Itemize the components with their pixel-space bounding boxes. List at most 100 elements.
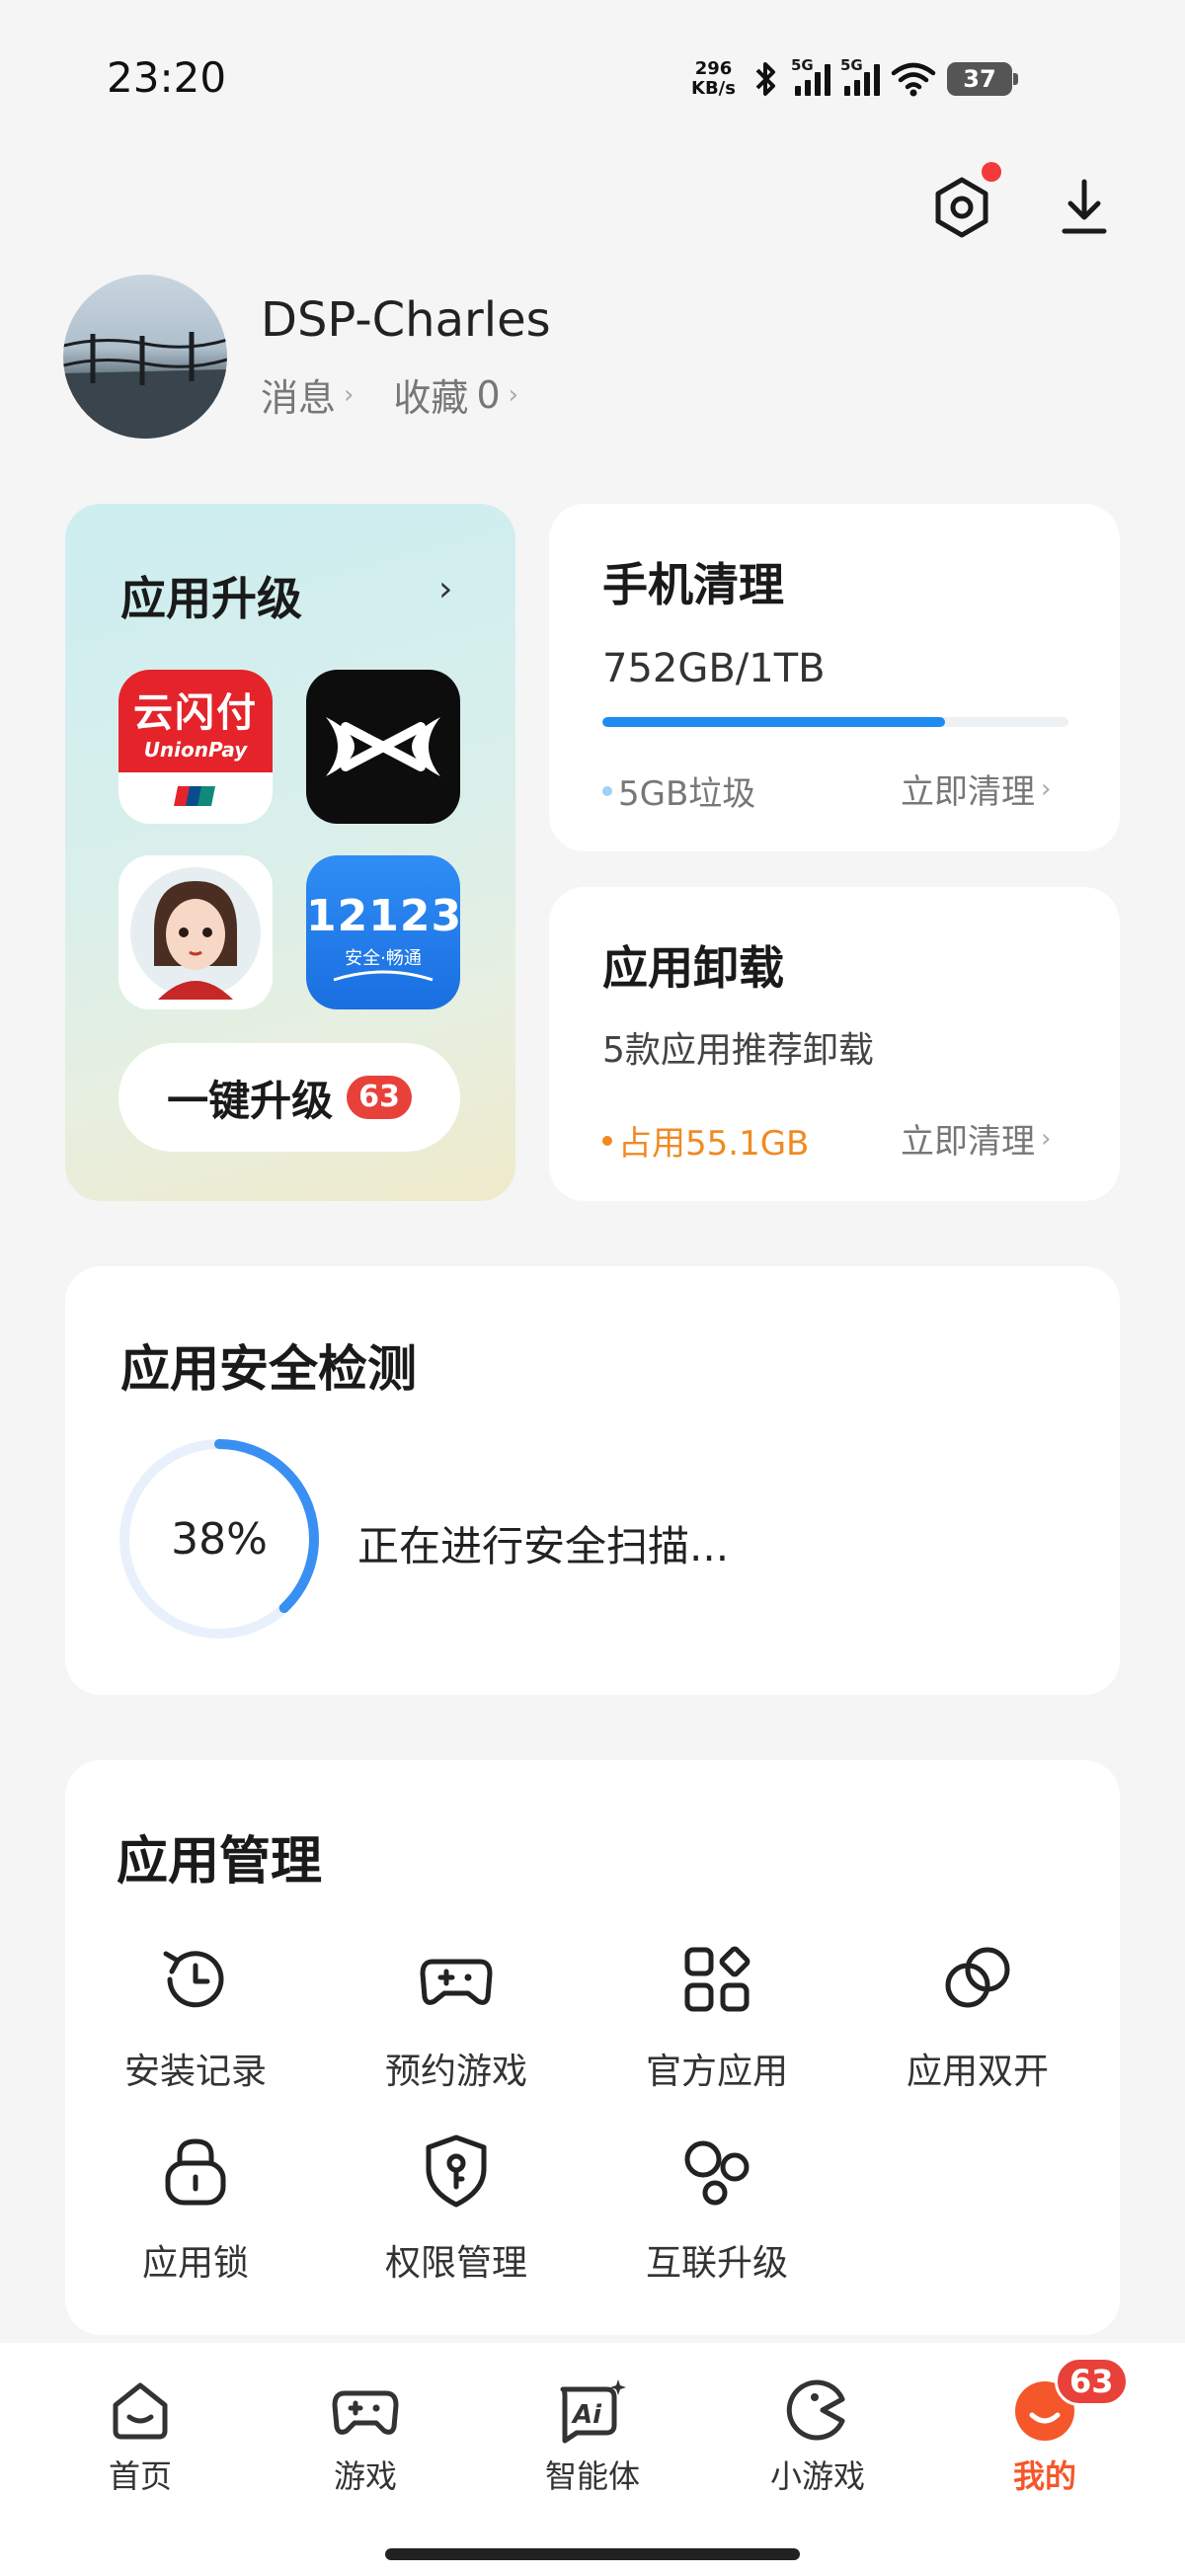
battery-level: 37 [963,65,996,93]
phone-clean-card[interactable]: 手机清理 752GB/1TB 5GB垃圾 立即清理 › [549,504,1120,851]
bluetooth-icon [755,62,775,96]
net-speed-value: 296 [694,58,733,79]
favorites-link[interactable]: 收藏 0 › [393,367,518,422]
scan-status: 正在进行安全扫描... [357,1522,730,1570]
connected-upgrade-item[interactable]: 互联升级 [608,2130,826,2286]
tab-ai-agent-label: 智能体 [544,2457,640,2495]
one-key-upgrade-button[interactable]: 一键升级 63 [118,1043,460,1152]
clean-now-label: 立即清理 [901,772,1035,812]
home-indicator[interactable] [385,2548,800,2560]
junk-dot [602,785,612,796]
uninstall-subtitle: 5款应用推荐卸载 [602,1030,874,1071]
unionpay-name: 云闪付 [133,690,258,736]
app-uninstall-title: 应用卸载 [602,941,784,995]
tab-games-label: 游戏 [333,2457,397,2495]
username[interactable]: DSP-Charles [261,292,551,348]
app-icon-avatar[interactable] [118,855,273,1009]
app-management-title: 应用管理 [117,1832,323,1892]
junk-info: 5GB垃圾 [602,766,755,815]
tab-mini-games[interactable]: 小游戏 [719,2373,916,2497]
tab-me-label: 我的 [1012,2457,1076,2495]
uninstall-now-link[interactable]: 立即清理 › [901,1114,1051,1163]
status-icons: 296 KB/s 5G 5G 37 [691,51,1018,107]
tab-games[interactable]: 游戏 [267,2373,464,2497]
connected-upgrade-icon [684,2140,750,2206]
reserve-game-label: 预约游戏 [384,2052,527,2092]
messages-label: 消息 [261,376,337,420]
official-apps-icon [684,1946,750,2012]
download-icon [1062,179,1107,234]
install-history-label: 安装记录 [123,2052,267,2092]
permission-manage-item[interactable]: 权限管理 [348,2130,565,2286]
sim2-label: 5G [839,56,863,74]
net-speed: 296 KB/s [691,59,736,99]
sim1-label: 5G [790,56,814,74]
app-icon-12123[interactable]: 12123 安全·畅通 [306,855,460,1009]
avatar[interactable] [63,275,227,439]
permission-manage-label: 权限管理 [384,2243,527,2284]
favorites-label: 收藏 [393,376,469,420]
notification-dot [982,162,1001,182]
storage-progress [602,717,1068,727]
tab-me[interactable]: 63 我的 [946,2357,1144,2497]
app-upgrade-title: 应用升级 [120,572,302,625]
bottom-tab-bar: 首页 游戏 Ai 智能体 小游戏 63 我的 [0,2343,1185,2576]
uninstall-now-label: 立即清理 [901,1122,1035,1162]
status-time: 23:20 [107,53,227,102]
security-title: 应用安全检测 [120,1340,417,1398]
history-icon [163,1951,224,2008]
one-key-upgrade-label: 一键升级 [167,1076,334,1125]
me-tab-badge: 63 [1055,2357,1129,2406]
profile-links: 消息 › 收藏 0 › [261,367,518,422]
tab-mini-games-label: 小游戏 [769,2457,865,2495]
storage-usage: 752GB/1TB [602,646,826,691]
net-speed-unit: KB/s [691,78,736,99]
home-icon [113,2382,168,2440]
mini-game-icon [786,2379,845,2441]
messages-link[interactable]: 消息 › [261,367,354,422]
signal-sim2-icon: 5G [840,56,880,96]
download-button[interactable] [1049,172,1120,243]
cartoon-girl-icon [130,867,261,1000]
phone-clean-title: 手机清理 [602,558,784,611]
occupied-size: 占用55.1GB [618,1124,810,1164]
junk-size: 5GB垃圾 [618,774,756,814]
settings-hex-icon [935,177,988,238]
battery-icon: 37 [946,62,1018,96]
occupied-info: 占用55.1GB [602,1116,809,1165]
lock-icon [165,2138,226,2206]
clean-now-link[interactable]: 立即清理 › [901,765,1051,813]
signal-sim1-icon: 5G [791,56,830,96]
app-icon-unionpay[interactable]: 云闪付 UnionPay [118,670,273,824]
dual-app-label: 应用双开 [906,2052,1049,2092]
favorites-count: 0 [476,372,501,417]
dual-app-icon [945,1947,1010,2008]
app-uninstall-card[interactable]: 应用卸载 5款应用推荐卸载 占用55.1GB 立即清理 › [549,887,1120,1201]
gamepad-icon [332,2390,399,2435]
official-apps-item[interactable]: 官方应用 [608,1938,826,2094]
chevron-right-icon[interactable]: › [438,569,452,609]
wifi-icon [891,62,936,97]
svg-text:Ai: Ai [571,2400,602,2430]
chevron-right-icon: › [1041,773,1052,804]
scan-progress-ring: 38% [117,1436,322,1642]
reserve-game-item[interactable]: 预约游戏 [348,1938,565,2094]
app-lock-item[interactable]: 应用锁 [87,2130,304,2286]
official-apps-label: 官方应用 [645,2052,788,2092]
x-logo-icon [326,717,440,776]
dual-app-item[interactable]: 应用双开 [869,1938,1086,2094]
unionpay-logo-icon [174,786,215,806]
road-swoosh-icon [333,970,434,982]
chevron-right-icon: › [508,379,519,410]
tab-ai-agent[interactable]: Ai 智能体 [494,2373,691,2497]
app-upgrade-card[interactable]: 应用升级 › 云闪付 UnionPay 12123 安全·畅通 一键升级 63 [65,504,515,1201]
install-history-item[interactable]: 安装记录 [87,1938,304,2094]
storage-progress-fill [602,717,945,727]
settings-button[interactable] [926,172,997,243]
app-icon-x[interactable] [306,670,460,824]
security-scan-card[interactable]: 应用安全检测 38% 正在进行安全扫描... [65,1266,1120,1695]
connected-upgrade-label: 互联升级 [645,2243,788,2284]
tab-home[interactable]: 首页 [41,2373,239,2497]
shield-key-icon [426,2134,487,2208]
chevron-right-icon: › [344,379,355,410]
